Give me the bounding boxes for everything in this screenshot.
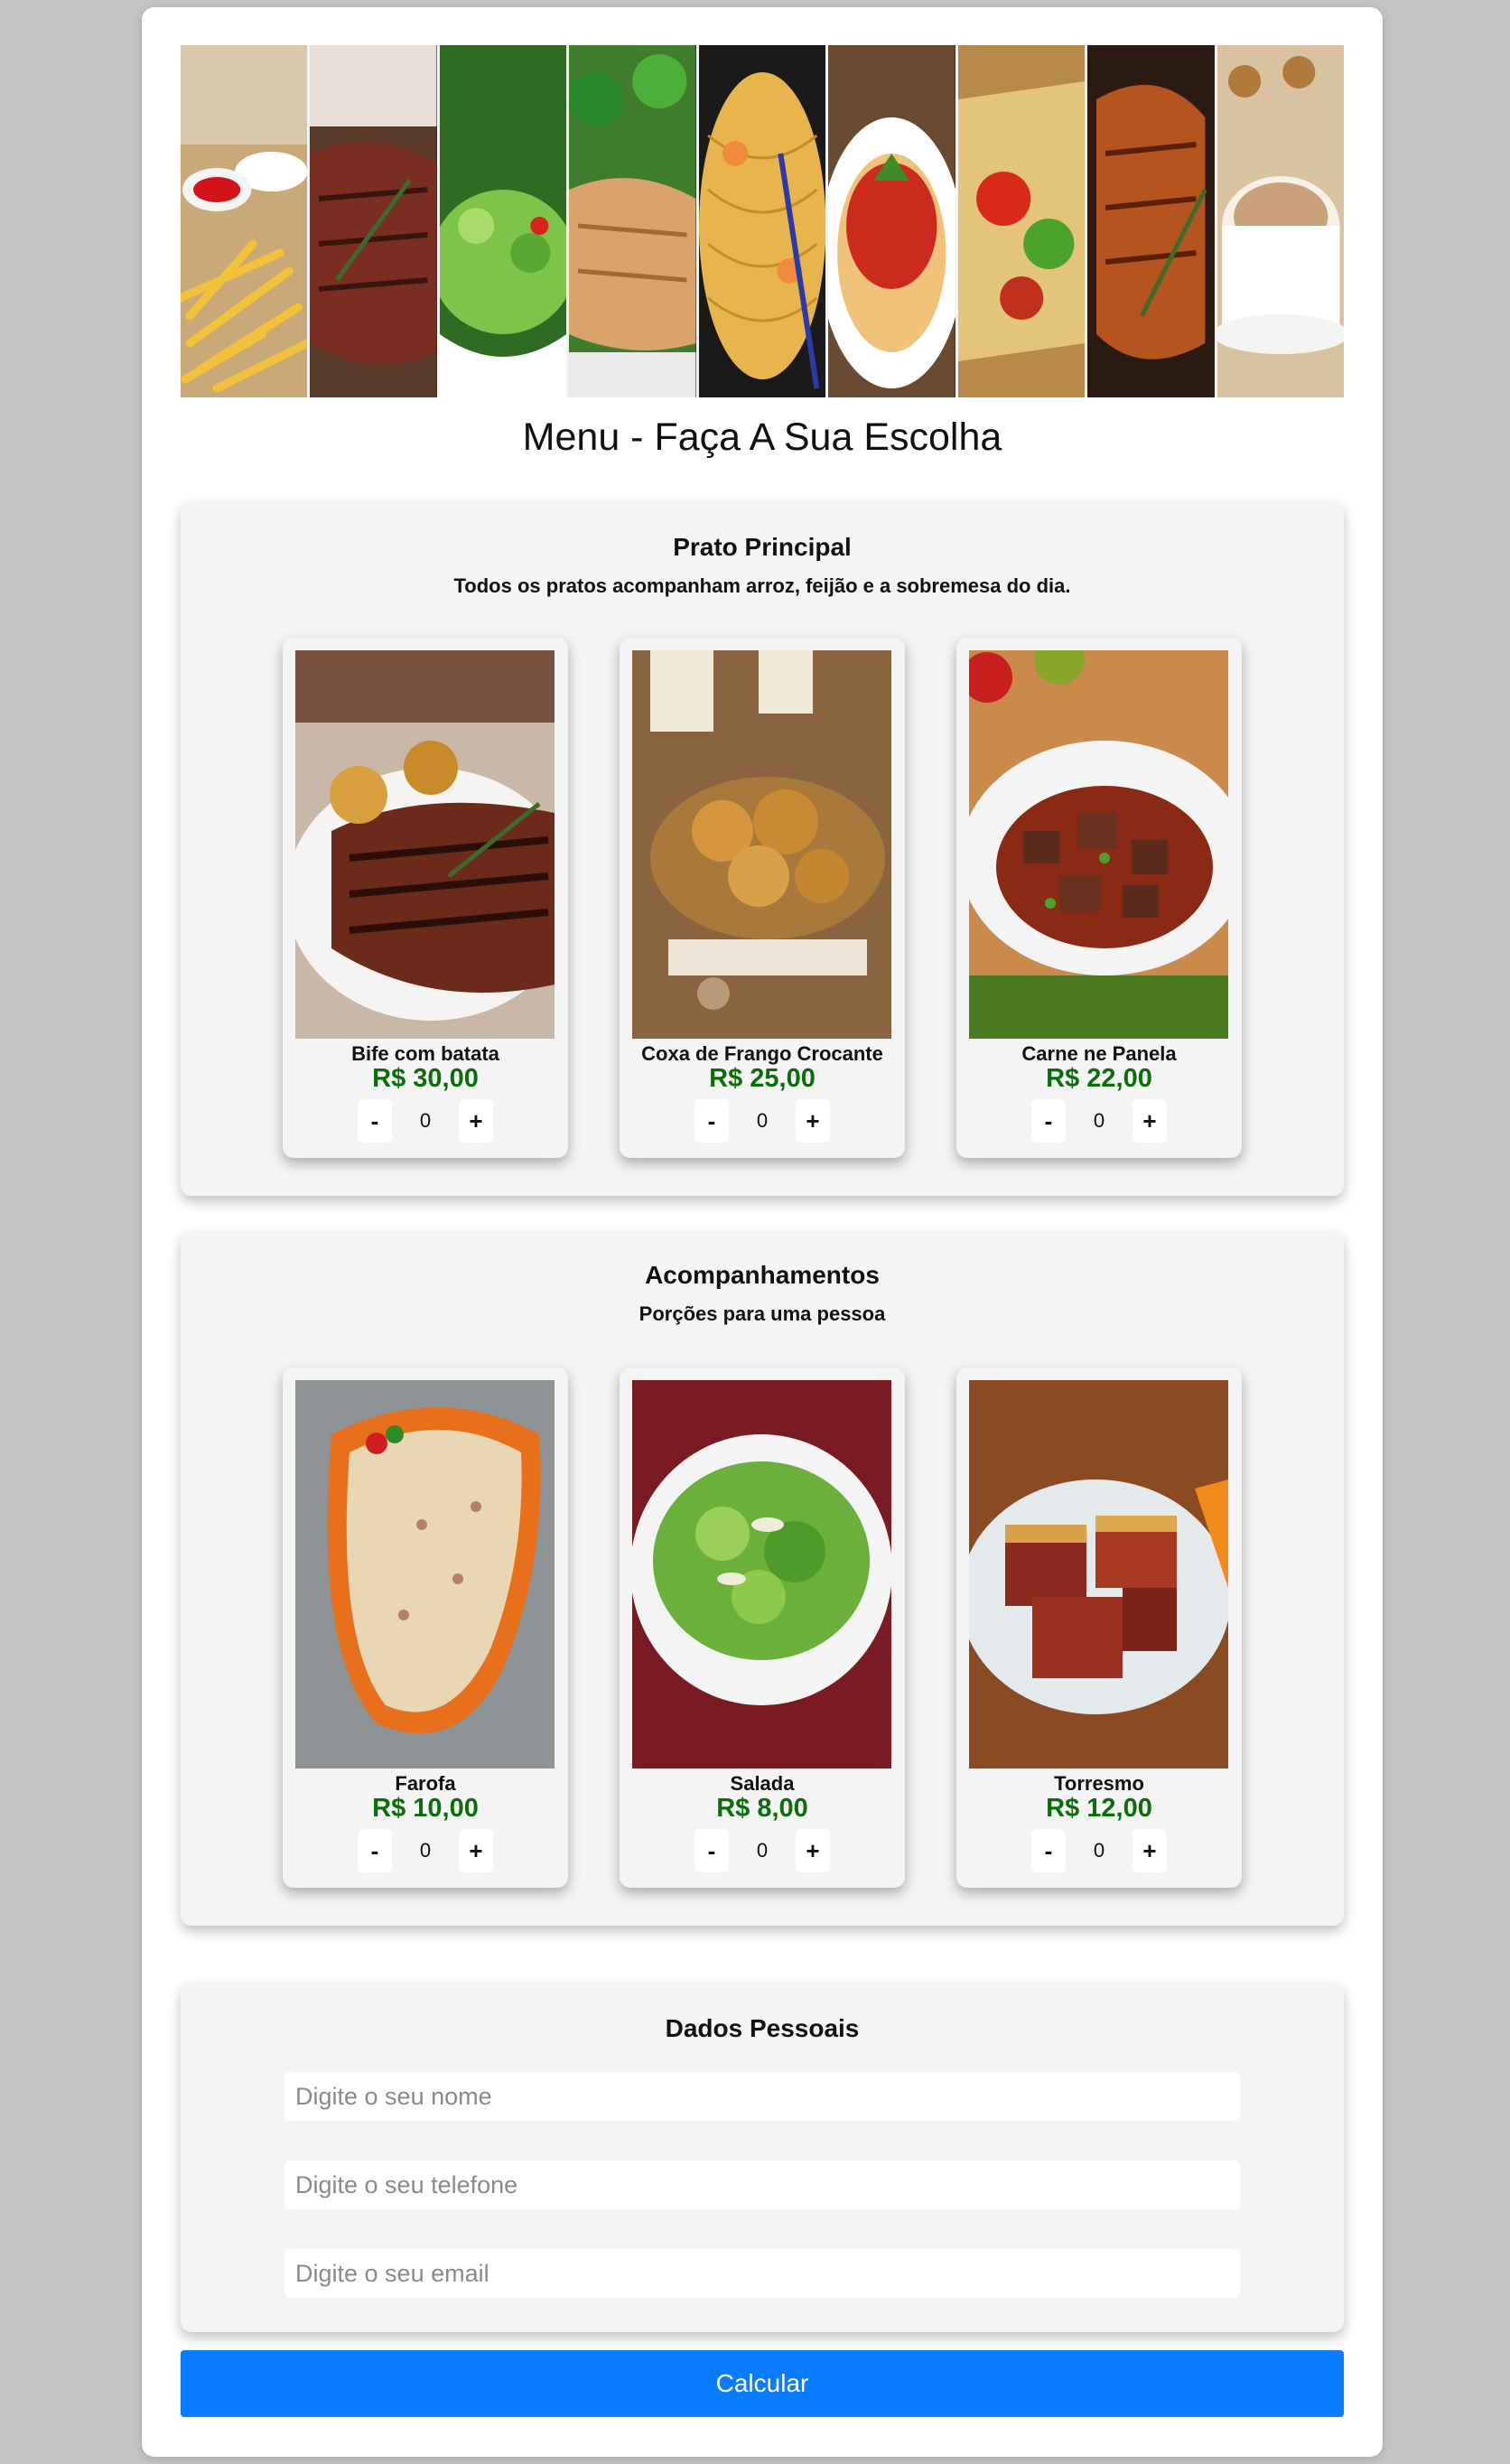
quantity-stepper: - 0 +	[358, 1098, 493, 1143]
quantity-stepper: - 0 +	[694, 1828, 830, 1873]
banner-steak-image	[310, 45, 440, 397]
menu-item-card: Salada R$ 8,00 - 0 +	[620, 1367, 905, 1888]
item-price: R$ 22,00	[1046, 1064, 1152, 1093]
phone-input[interactable]	[284, 2161, 1240, 2209]
decrease-button[interactable]: -	[1031, 1829, 1066, 1872]
menu-item-card: Coxa de Frango Crocante R$ 25,00 - 0 +	[620, 638, 905, 1158]
banner-food-collage	[181, 45, 1344, 397]
item-name: Torresmo	[1054, 1772, 1144, 1795]
page-container: Menu - Faça A Sua Escolha Prato Principa…	[142, 7, 1383, 2457]
dish-photo-steak	[295, 650, 555, 1039]
increase-button[interactable]: +	[459, 1829, 493, 1872]
banner-coffee-image	[1216, 45, 1344, 397]
item-name: Farofa	[395, 1772, 456, 1795]
dish-photo-salad	[632, 1380, 891, 1769]
quantity-stepper: - 0 +	[358, 1828, 493, 1873]
quantity-value: 0	[1093, 1109, 1105, 1132]
quantity-value: 0	[756, 1839, 769, 1862]
section-sides: Acompanhamentos Porções para uma pessoa …	[181, 1232, 1344, 1926]
menu-item-card: Carne ne Panela R$ 22,00 - 0 +	[956, 638, 1242, 1158]
menu-item-card: Farofa R$ 10,00 - 0 +	[283, 1367, 568, 1888]
item-price: R$ 25,00	[709, 1064, 816, 1093]
page-title: Menu - Faça A Sua Escolha	[522, 415, 1002, 459]
section-title: Acompanhamentos	[645, 1261, 880, 1289]
banner-fries-image	[181, 45, 311, 397]
item-price: R$ 8,00	[716, 1794, 808, 1823]
increase-button[interactable]: +	[1132, 1099, 1167, 1143]
quantity-value: 0	[1093, 1839, 1105, 1862]
banner-salad-image	[439, 45, 570, 397]
quantity-stepper: - 0 +	[1031, 1828, 1167, 1873]
item-name: Bife com batata	[351, 1042, 499, 1065]
quantity-value: 0	[419, 1839, 432, 1862]
increase-button[interactable]: +	[1132, 1829, 1167, 1872]
section-title: Prato Principal	[673, 533, 852, 561]
decrease-button[interactable]: -	[358, 1829, 392, 1872]
menu-item-card: Bife com batata R$ 30,00 - 0 +	[283, 638, 568, 1158]
decrease-button[interactable]: -	[1031, 1099, 1066, 1143]
increase-button[interactable]: +	[796, 1099, 830, 1143]
section-main-dishes: Prato Principal Todos os pratos acompanh…	[181, 502, 1344, 1196]
section-subtitle: Porções para uma pessoa	[638, 1302, 886, 1325]
item-name: Salada	[730, 1772, 795, 1795]
decrease-button[interactable]: -	[694, 1099, 729, 1143]
dish-photo-farofa	[295, 1380, 555, 1769]
section-subtitle: Todos os pratos acompanham arroz, feijão…	[453, 574, 1071, 597]
item-name: Coxa de Frango Crocante	[641, 1042, 883, 1065]
quantity-stepper: - 0 +	[1031, 1098, 1167, 1143]
banner-grilled-chicken-image	[1087, 45, 1217, 397]
banner-shrimp-noodles-image	[698, 45, 829, 397]
section-title: Dados Pessoais	[665, 2014, 860, 2042]
banner-tacos-image	[957, 45, 1088, 397]
item-name: Carne ne Panela	[1021, 1042, 1177, 1065]
banner-fish-image	[569, 45, 699, 397]
increase-button[interactable]: +	[459, 1099, 493, 1143]
dish-photo-fried-chicken	[632, 650, 891, 1039]
item-price: R$ 30,00	[372, 1064, 479, 1093]
quantity-value: 0	[756, 1109, 769, 1132]
decrease-button[interactable]: -	[358, 1099, 392, 1143]
name-input[interactable]	[284, 2072, 1240, 2121]
calculate-button[interactable]: Calcular	[181, 2350, 1344, 2417]
section-personal-data: Dados Pessoais	[181, 1983, 1344, 2332]
item-price: R$ 12,00	[1046, 1794, 1152, 1823]
menu-item-card: Torresmo R$ 12,00 - 0 +	[956, 1367, 1242, 1888]
banner-spaghetti-image	[828, 45, 958, 397]
item-price: R$ 10,00	[372, 1794, 479, 1823]
quantity-value: 0	[419, 1109, 432, 1132]
increase-button[interactable]: +	[796, 1829, 830, 1872]
decrease-button[interactable]: -	[694, 1829, 729, 1872]
dish-photo-torresmo	[969, 1380, 1228, 1769]
dish-photo-pot-roast	[969, 650, 1228, 1039]
quantity-stepper: - 0 +	[694, 1098, 830, 1143]
email-input[interactable]	[284, 2249, 1240, 2298]
